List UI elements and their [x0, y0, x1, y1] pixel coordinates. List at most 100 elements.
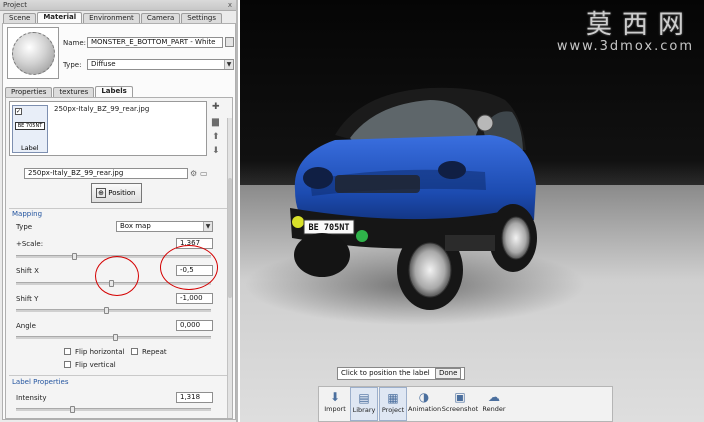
material-name-input[interactable]: MONSTER_E_BOTTOM_PART - White	[87, 37, 223, 48]
render-label: Render	[482, 405, 506, 413]
scrollbar-thumb[interactable]	[228, 178, 232, 298]
arrow-down-icon[interactable]: ⬇	[212, 147, 220, 156]
position-button[interactable]: ⊕ Position	[91, 183, 142, 203]
material-type-value: Diffuse	[91, 60, 116, 68]
repeat-checkbox[interactable]	[131, 348, 138, 355]
front-grille	[335, 175, 420, 193]
mapping-type-value: Box map	[120, 222, 151, 230]
trash-icon[interactable]: ▆	[212, 118, 219, 127]
library-icon: ▤	[358, 391, 370, 405]
angle-input[interactable]: 0,000	[176, 320, 213, 331]
intensity-label: Intensity	[16, 394, 47, 402]
panel-titlebar: Project x	[0, 0, 236, 11]
tab-material[interactable]: Material	[37, 12, 83, 23]
material-panel: Name: MONSTER_E_BOTTOM_PART - White Type…	[2, 23, 236, 420]
screenshot-button[interactable]: ▣ Screenshot	[441, 387, 479, 421]
import-button[interactable]: ⬇ Import	[321, 387, 349, 421]
headlight-left	[303, 167, 333, 189]
mapping-section-title: Mapping	[12, 210, 43, 218]
chevron-down-icon: ▼	[203, 222, 212, 231]
repeat-label: Repeat	[142, 348, 167, 356]
preview-sphere-icon	[12, 32, 55, 75]
flip-horizontal-label: Flip horizontal	[75, 348, 125, 356]
label-list[interactable]: ✓ BE 705NT Label 250px-Italy_BZ_99_rear.…	[9, 101, 207, 156]
close-icon[interactable]: x	[226, 1, 234, 9]
material-preview[interactable]	[7, 27, 59, 79]
rear-wheel-window	[476, 114, 494, 132]
intensity-input[interactable]: 1,318	[176, 392, 213, 403]
tab-textures[interactable]: textures	[53, 87, 95, 97]
intensity-slider-thumb[interactable]	[70, 406, 75, 413]
divider	[9, 208, 227, 209]
library-button[interactable]: ▤ Library	[350, 387, 378, 421]
shifty-slider-thumb[interactable]	[104, 307, 109, 314]
shifty-label: Shift Y	[16, 295, 39, 303]
project-button[interactable]: ▦ Project	[379, 387, 407, 421]
type-label: Type:	[63, 61, 82, 69]
save-icon[interactable]	[225, 37, 234, 47]
position-icon: ⊕	[96, 188, 106, 198]
fog-light-right	[356, 230, 368, 242]
tab-labels[interactable]: Labels	[95, 86, 133, 97]
import-icon: ⬇	[329, 390, 341, 404]
tab-properties[interactable]: Properties	[5, 87, 53, 97]
position-hint: Click to position the label Done	[337, 367, 466, 380]
render-button[interactable]: ☁ Render	[480, 387, 508, 421]
animation-icon: ◑	[418, 390, 430, 404]
gear-icon[interactable]: ⚙	[190, 169, 197, 178]
label-properties-title: Label Properties	[12, 378, 69, 386]
3d-viewport[interactable]: 莫西网 www.3dmox.com BE 705NT Click to posi…	[240, 0, 704, 422]
headlight-right	[438, 161, 466, 179]
folder-icon[interactable]: ▭	[200, 169, 208, 178]
tab-settings[interactable]: Settings	[181, 13, 223, 23]
render-icon: ☁	[488, 390, 500, 404]
flip-vertical-checkbox[interactable]	[64, 361, 71, 368]
tab-scene[interactable]: Scene	[3, 13, 37, 23]
label-file-input[interactable]: 250px-Italy_BZ_99_rear.jpg	[24, 168, 188, 179]
side-skirt	[445, 235, 495, 251]
shiftx-label: Shift X	[16, 267, 39, 275]
shifty-slider[interactable]	[16, 307, 211, 314]
car-render[interactable]: BE 705NT	[240, 0, 704, 360]
add-icon[interactable]: ✚	[212, 103, 220, 112]
animation-button[interactable]: ◑ Animation	[408, 387, 442, 421]
scrollbar[interactable]	[227, 118, 232, 418]
position-hint-text: Click to position the label	[341, 369, 430, 377]
fog-light-left	[292, 216, 304, 228]
tab-environment[interactable]: Environment	[83, 13, 140, 23]
plate-thumb: BE 705NT	[15, 122, 45, 130]
scale-label: +Scale:	[16, 240, 44, 248]
label-file-name: 250px-Italy_BZ_99_rear.jpg	[54, 105, 150, 113]
mapping-type-select[interactable]: Box map ▼	[116, 221, 213, 232]
angle-label: Angle	[16, 322, 36, 330]
label-caption: Label	[21, 144, 39, 152]
project-icon: ▦	[387, 391, 399, 405]
shifty-input[interactable]: -1,000	[176, 293, 213, 304]
screenshot-label: Screenshot	[441, 405, 479, 413]
label-enabled-checkbox[interactable]: ✓	[15, 108, 22, 115]
project-label: Project	[381, 406, 405, 414]
done-button[interactable]: Done	[435, 368, 462, 379]
front-left-wheel	[294, 233, 350, 277]
license-plate-text: BE 705NT	[309, 223, 350, 233]
position-button-label: Position	[108, 189, 136, 197]
panel-title: Project	[3, 1, 27, 9]
name-label: Name:	[63, 39, 87, 47]
arrow-up-icon[interactable]: ⬆	[212, 133, 220, 142]
angle-slider-thumb[interactable]	[113, 334, 118, 341]
label-thumbnail[interactable]: ✓ BE 705NT Label	[12, 105, 48, 153]
mapping-type-label: Type	[16, 223, 33, 231]
screenshot-icon: ▣	[454, 390, 466, 404]
annotation-circle-shiftx	[160, 245, 218, 290]
intensity-slider[interactable]	[16, 406, 211, 413]
animation-label: Animation	[408, 405, 442, 413]
bottom-toolbar: ⬇ Import ▤ Library ▦ Project ◑ Animation…	[318, 386, 613, 422]
material-type-select[interactable]: Diffuse ▼	[87, 59, 234, 70]
scale-slider-thumb[interactable]	[72, 253, 77, 260]
angle-slider[interactable]	[16, 334, 211, 341]
flip-horizontal-checkbox[interactable]	[64, 348, 71, 355]
tab-camera[interactable]: Camera	[140, 13, 181, 23]
chevron-down-icon: ▼	[224, 60, 233, 69]
sub-tabs: Properties textures Labels	[5, 86, 134, 97]
import-label: Import	[324, 405, 346, 413]
